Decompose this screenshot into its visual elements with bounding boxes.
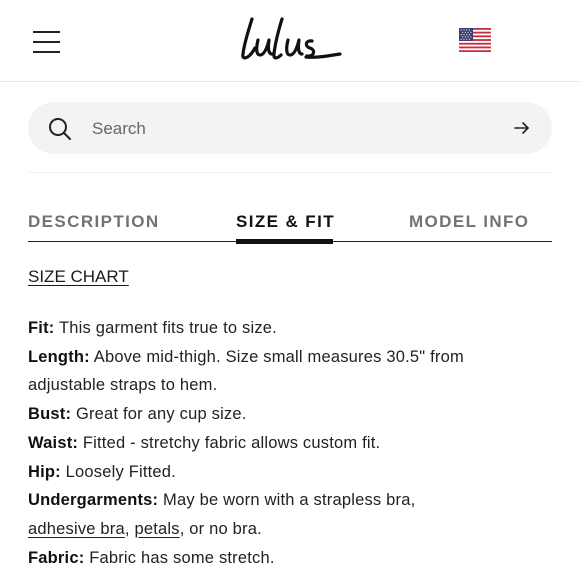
length-row-continued: adjustable straps to hem.	[28, 371, 558, 400]
menu-bar	[33, 51, 60, 53]
hamburger-menu-icon[interactable]	[33, 31, 60, 53]
search-input[interactable]	[90, 112, 494, 146]
menu-bar	[33, 31, 60, 33]
tab-size-and-fit[interactable]: SIZE & FIT	[236, 212, 335, 232]
bust-row: Bust: Great for any cup size.	[28, 400, 558, 429]
tab-description[interactable]: DESCRIPTION	[28, 212, 160, 232]
fit-label: Fit:	[28, 319, 55, 337]
length-text-continued: adjustable straps to hem.	[28, 376, 218, 395]
fabric-row: Fabric: Fabric has some stretch.	[28, 544, 558, 573]
length-row: Length: Above mid-thigh. Size small meas…	[28, 343, 558, 372]
length-text: Above mid-thigh. Size small measures 30.…	[89, 347, 464, 366]
arrow-right-icon[interactable]	[512, 119, 532, 137]
hip-text: Loosely Fitted.	[60, 462, 176, 481]
size-chart-link[interactable]: SIZE CHART	[28, 267, 129, 287]
active-tab-indicator	[236, 239, 333, 244]
us-flag-icon[interactable]	[459, 28, 491, 52]
undergarments-row: Undergarments: May be worn with a strapl…	[28, 486, 558, 515]
undergarments-tail: , or no bra.	[179, 519, 262, 538]
petals-link[interactable]: petals	[134, 520, 179, 538]
bust-text: Great for any cup size.	[71, 405, 247, 424]
site-header: lulus	[0, 0, 580, 82]
hip-label: Hip:	[28, 462, 61, 481]
length-label: Length:	[28, 347, 90, 366]
size-fit-details: Fit: This garment fits true to size. Len…	[28, 314, 558, 572]
undergarments-row-continued: adhesive bra, petals, or no bra.	[28, 515, 558, 544]
hip-row: Hip: Loosely Fitted.	[28, 458, 558, 487]
search-icon[interactable]	[48, 117, 72, 141]
fabric-label: Fabric:	[28, 548, 85, 567]
menu-bar	[33, 41, 60, 43]
tab-model-info[interactable]: MODEL INFO	[409, 212, 529, 232]
bust-label: Bust:	[28, 405, 72, 424]
undergarments-text: May be worn with a strapless bra,	[158, 491, 416, 510]
lulus-logo[interactable]: lulus	[236, 14, 344, 66]
fit-row: Fit: This garment fits true to size.	[28, 314, 558, 343]
fit-text: This garment fits true to size.	[54, 319, 277, 337]
search-bar[interactable]	[28, 102, 552, 154]
waist-text: Fitted - stretchy fabric allows custom f…	[78, 433, 381, 452]
fabric-text: Fabric has some stretch.	[84, 548, 275, 567]
adhesive-bra-link[interactable]: adhesive bra	[28, 520, 125, 538]
product-info-tabs: DESCRIPTION SIZE & FIT MODEL INFO	[28, 205, 552, 245]
undergarments-label: Undergarments:	[28, 491, 159, 510]
section-divider	[28, 172, 552, 173]
waist-label: Waist:	[28, 433, 79, 452]
waist-row: Waist: Fitted - stretchy fabric allows c…	[28, 429, 558, 458]
